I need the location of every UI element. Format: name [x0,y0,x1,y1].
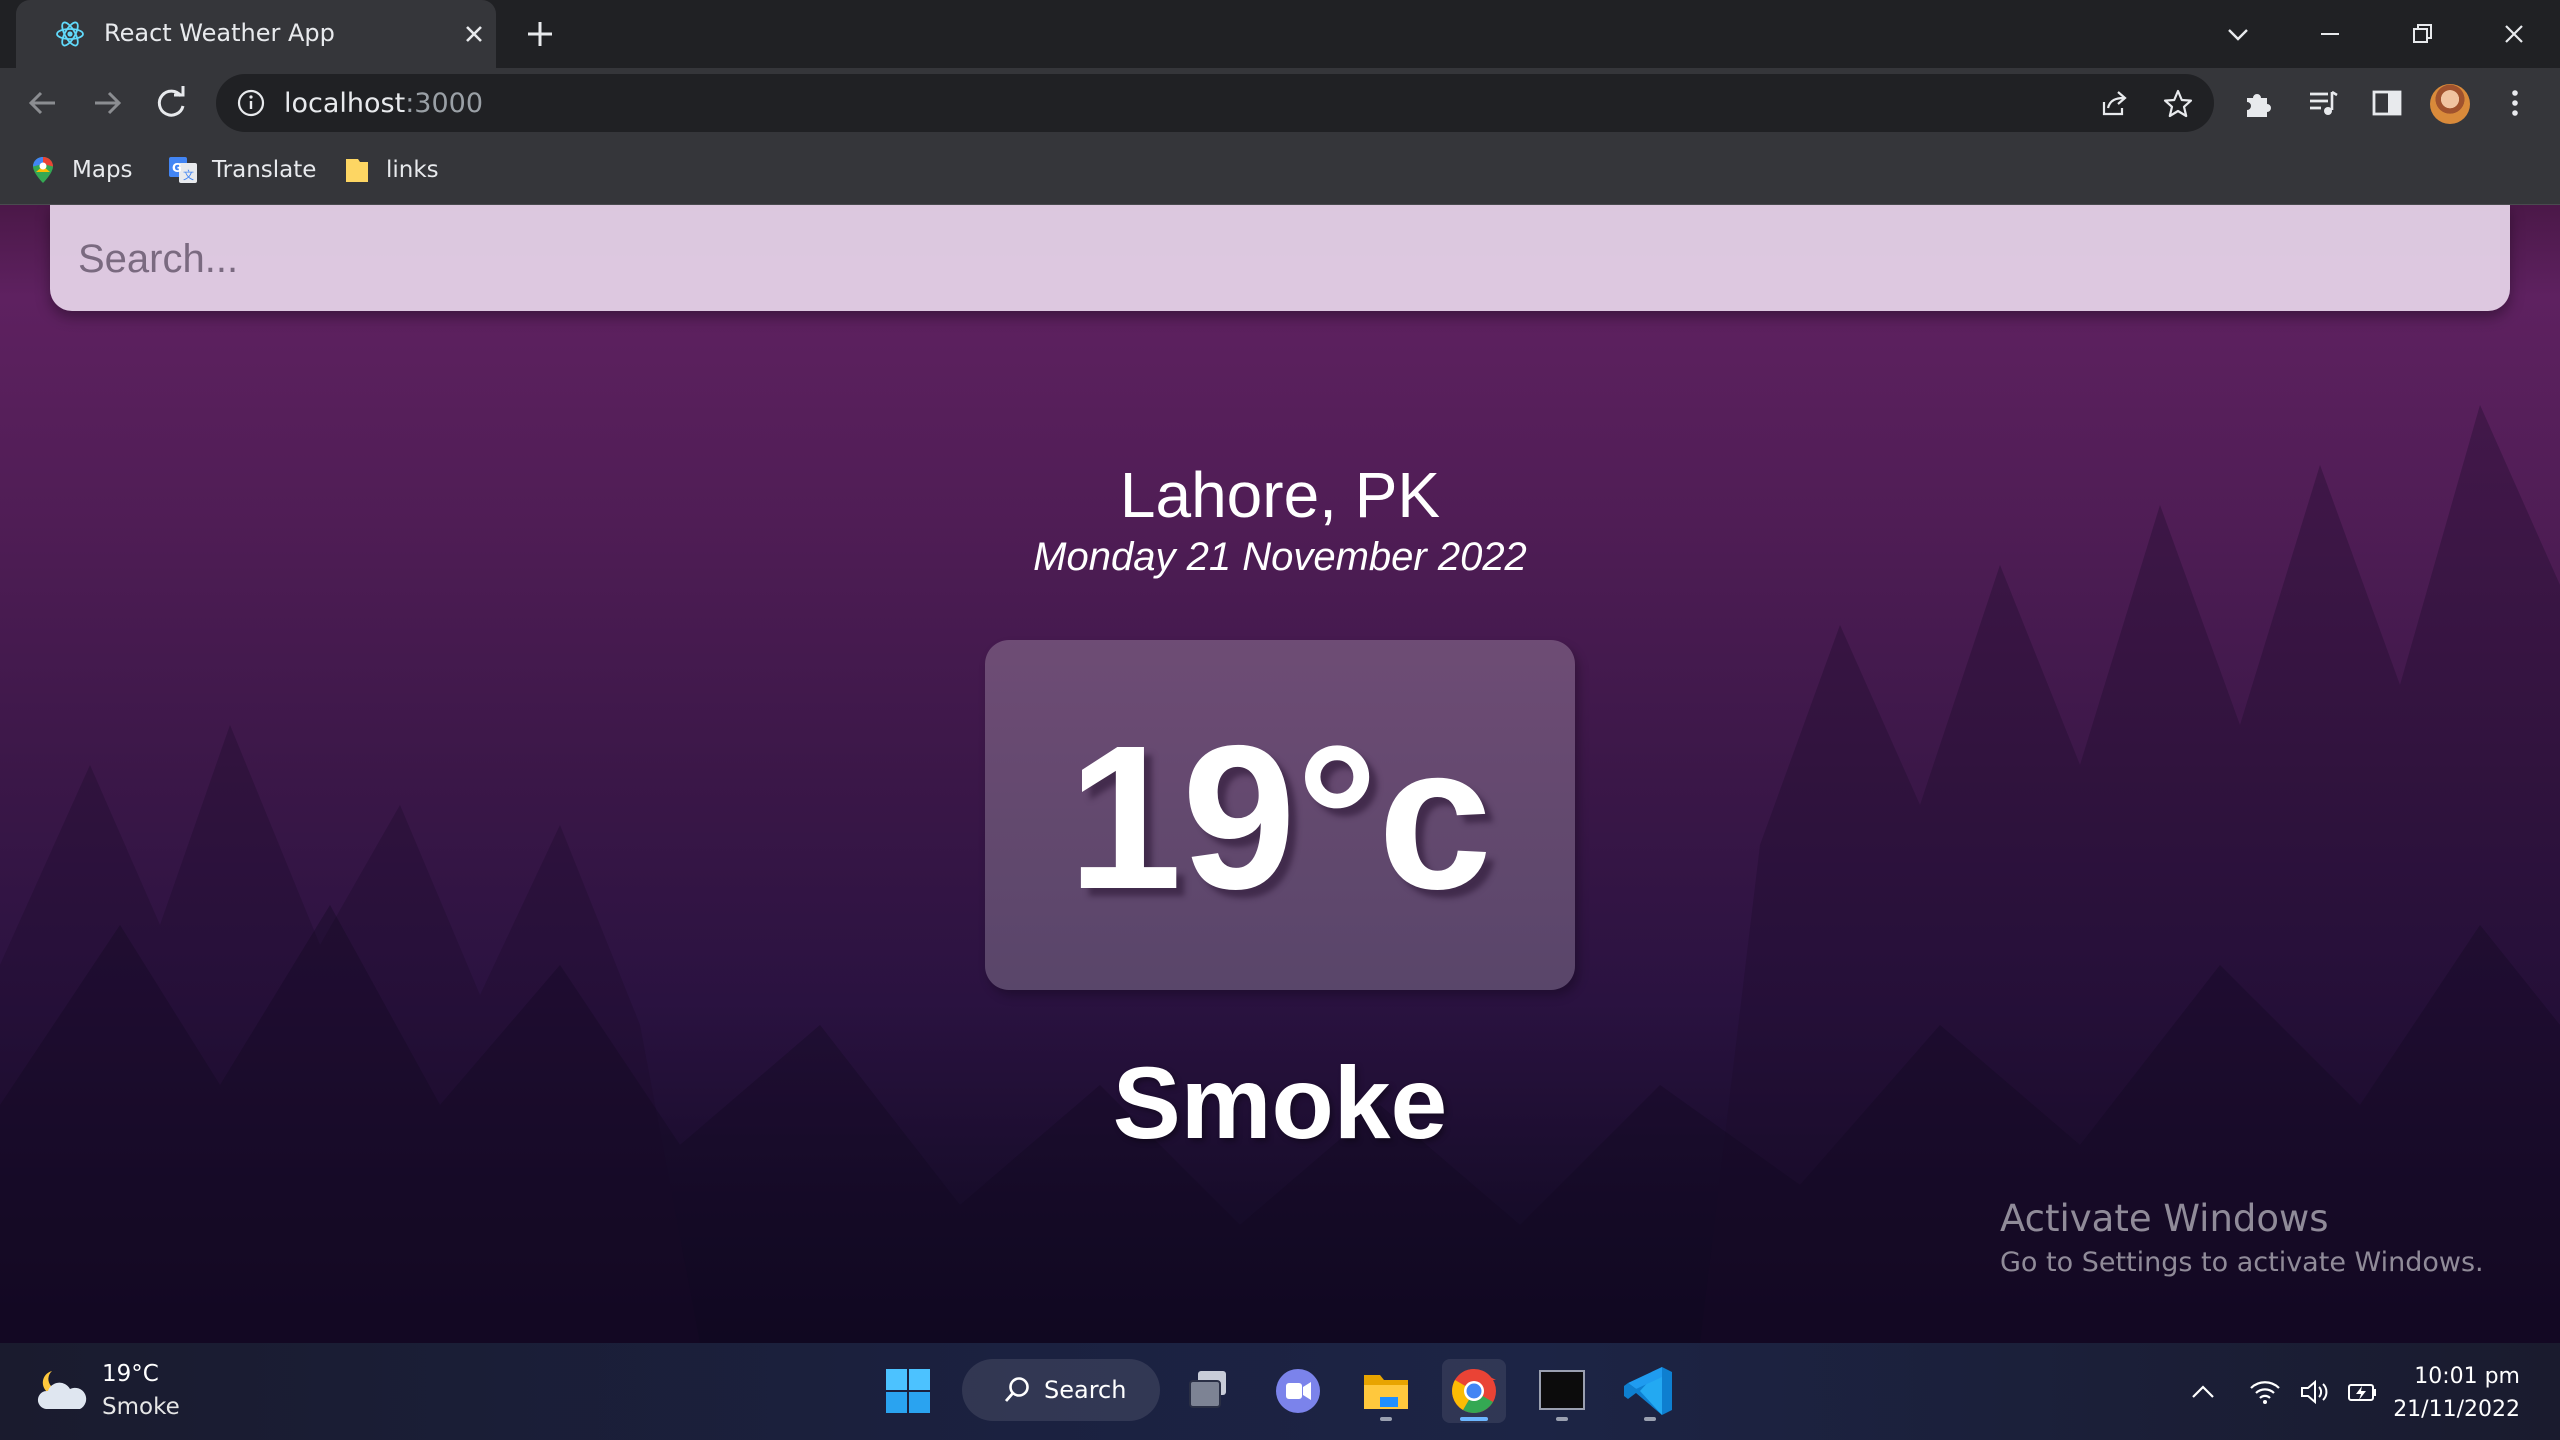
running-indicator [1644,1417,1656,1421]
temperature-card: 19°c [985,640,1575,990]
taskbar-search-button[interactable]: Search [962,1359,1160,1421]
maps-pin-icon [28,155,58,185]
react-logo-icon [54,18,86,50]
tab-title: React Weather App [104,19,335,47]
wifi-icon[interactable] [2248,1375,2282,1409]
bookmark-label: links [386,157,439,183]
url-host: localhost [284,88,406,119]
taskbar-search-label: Search [1044,1376,1127,1404]
bookmark-maps[interactable]: Maps [28,152,133,188]
url-text: localhost:3000 [284,88,483,119]
activate-windows-watermark: Activate Windows Go to Settings to activ… [2000,1195,2484,1283]
running-indicator [1556,1417,1568,1421]
translate-icon: G文 [168,155,198,185]
battery-charging-icon[interactable] [2346,1375,2380,1409]
file-explorer-icon[interactable] [1354,1359,1418,1423]
tab-search-chevron-icon[interactable] [2218,14,2258,54]
taskbar: 19°C Smoke Search 10:01 pm 21/11/2022 [0,1343,2560,1440]
watermark-subtitle: Go to Settings to activate Windows. [2000,1247,2484,1278]
reload-icon[interactable] [150,82,192,124]
folder-icon [342,155,372,185]
browser-toolbar: localhost:3000 [0,68,2560,138]
url-port: :3000 [405,88,484,119]
location-name: Lahore, PK [1119,459,1441,531]
temperature-value: 19°c [1067,703,1492,932]
close-tab-icon[interactable] [462,22,486,46]
bookmark-label: Translate [212,157,317,183]
new-tab-icon[interactable] [524,18,556,50]
side-panel-icon[interactable] [2370,86,2404,120]
active-indicator [1460,1417,1488,1421]
site-info-icon[interactable] [236,88,266,118]
volume-icon[interactable] [2298,1375,2332,1409]
running-indicator [1380,1417,1392,1421]
terminal-icon[interactable] [1530,1359,1594,1423]
windows-start-icon[interactable] [876,1359,940,1423]
tab-react-weather-app[interactable]: React Weather App [16,0,496,68]
watermark-title: Activate Windows [2000,1197,2329,1240]
more-menu-icon[interactable] [2498,86,2532,120]
bookmarks-bar: Maps G文 Translate links [0,138,2560,205]
tab-strip: React Weather App [0,0,2560,68]
weather-app-page: Lahore, PK Monday 21 November 2022 19°c … [0,205,2560,1343]
chevron-up-icon[interactable] [2186,1375,2220,1409]
teams-chat-icon[interactable] [1266,1359,1330,1423]
restore-icon[interactable] [2402,14,2442,54]
search-bar[interactable] [50,205,2510,311]
profile-avatar[interactable] [2430,84,2470,124]
extensions-puzzle-icon[interactable] [2242,86,2276,120]
bookmark-star-icon[interactable] [2162,88,2194,120]
bookmark-label: Maps [72,157,133,183]
clock-time: 10:01 pm [2414,1364,2520,1389]
current-date: Monday 21 November 2022 [1033,535,1527,579]
media-queue-icon[interactable] [2306,86,2340,120]
address-bar[interactable]: localhost:3000 [216,74,2214,132]
city-search-input[interactable] [76,223,2480,295]
back-arrow-icon[interactable] [22,82,64,124]
bookmark-folder-links[interactable]: links [342,152,439,188]
taskbar-weather-condition: Smoke [102,1394,180,1420]
taskbar-weather-temp: 19°C [102,1361,159,1387]
system-clock[interactable]: 10:01 pm 21/11/2022 [2380,1360,2520,1426]
vscode-icon[interactable] [1618,1359,1682,1423]
minimize-icon[interactable] [2310,14,2350,54]
search-icon [1002,1375,1032,1405]
weather-condition: Smoke [1112,1046,1448,1160]
partly-cloudy-night-icon [34,1363,90,1419]
svg-text:G: G [172,161,182,175]
share-icon[interactable] [2098,88,2130,120]
forward-arrow-icon[interactable] [86,82,128,124]
svg-text:文: 文 [183,168,194,182]
bookmark-translate[interactable]: G文 Translate [168,152,316,188]
clock-date: 21/11/2022 [2393,1397,2520,1422]
chrome-icon[interactable] [1442,1359,1506,1423]
task-view-icon[interactable] [1178,1359,1242,1423]
close-window-icon[interactable] [2494,14,2534,54]
